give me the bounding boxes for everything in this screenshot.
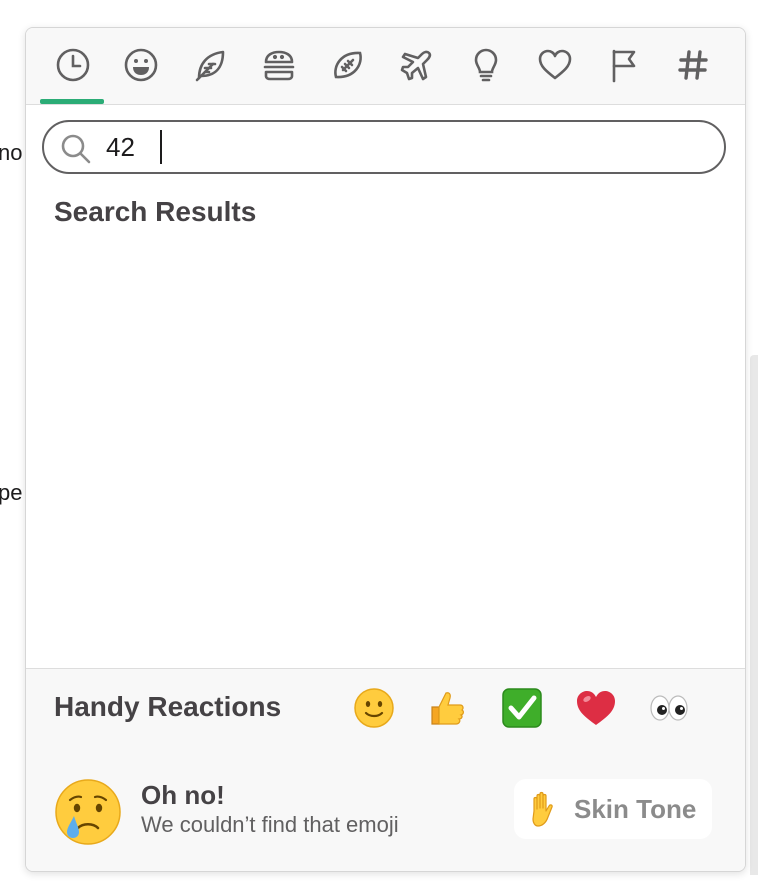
burger-icon <box>263 50 295 81</box>
background-text-fragment: no <box>0 140 23 165</box>
no-results-title: Oh no! <box>141 780 225 810</box>
flag-icon <box>612 49 636 83</box>
tab-food[interactable] <box>259 46 299 92</box>
leaf-icon <box>195 50 225 82</box>
tab-flags[interactable] <box>604 46 644 92</box>
lightbulb-icon <box>474 48 498 82</box>
tab-nature[interactable] <box>190 46 230 92</box>
search-results-heading: Search Results <box>54 196 257 227</box>
tab-custom[interactable] <box>673 46 713 92</box>
clock-icon <box>56 48 90 82</box>
emoji-picker: Search Results Handy Reactions <box>25 27 746 872</box>
tab-recent[interactable] <box>53 46 93 92</box>
tab-smileys[interactable] <box>121 46 161 92</box>
skin-tone-button[interactable]: Skin Tone <box>514 779 712 839</box>
check-mark-icon <box>502 688 542 728</box>
heart-icon <box>538 49 572 80</box>
red-heart-icon <box>577 691 615 725</box>
search-input[interactable] <box>106 130 666 164</box>
reaction-slightly-smiling-face[interactable] <box>351 685 397 731</box>
raised-hand-icon <box>532 791 553 827</box>
skin-tone-label: Skin Tone <box>574 794 697 824</box>
handy-reactions-title: Handy Reactions <box>54 691 282 722</box>
eyes-icon <box>650 695 688 721</box>
background-text-fragment: pe <box>0 480 23 505</box>
smiley-icon <box>124 48 158 82</box>
tab-symbols[interactable] <box>535 46 575 92</box>
active-tab-indicator <box>40 99 104 104</box>
no-results-message: We couldn’t find that emoji <box>141 812 399 837</box>
background-scrollbar[interactable] <box>750 355 758 875</box>
handy-reactions-bar: Handy Reactions <box>26 668 745 753</box>
picker-footer: Oh no! We couldn’t find that emoji Skin … <box>26 752 745 871</box>
crying-face-icon <box>55 779 121 845</box>
reaction-white-check-mark[interactable] <box>499 685 545 731</box>
hash-icon <box>678 50 708 80</box>
text-caret <box>160 130 162 164</box>
tab-objects[interactable] <box>466 46 506 92</box>
search-icon <box>61 134 91 164</box>
thumbs-up-icon <box>431 692 464 725</box>
reaction-heart[interactable] <box>573 685 619 731</box>
reaction-thumbs-up[interactable] <box>424 685 470 731</box>
slightly-smiling-face-icon <box>354 688 394 728</box>
airplane-icon <box>400 50 432 81</box>
category-tabs <box>26 28 745 105</box>
football-icon <box>334 51 362 79</box>
emoji-search-box[interactable] <box>42 120 726 174</box>
tab-activity[interactable] <box>328 46 368 92</box>
reaction-eyes[interactable] <box>646 685 692 731</box>
tab-travel[interactable] <box>397 46 437 92</box>
